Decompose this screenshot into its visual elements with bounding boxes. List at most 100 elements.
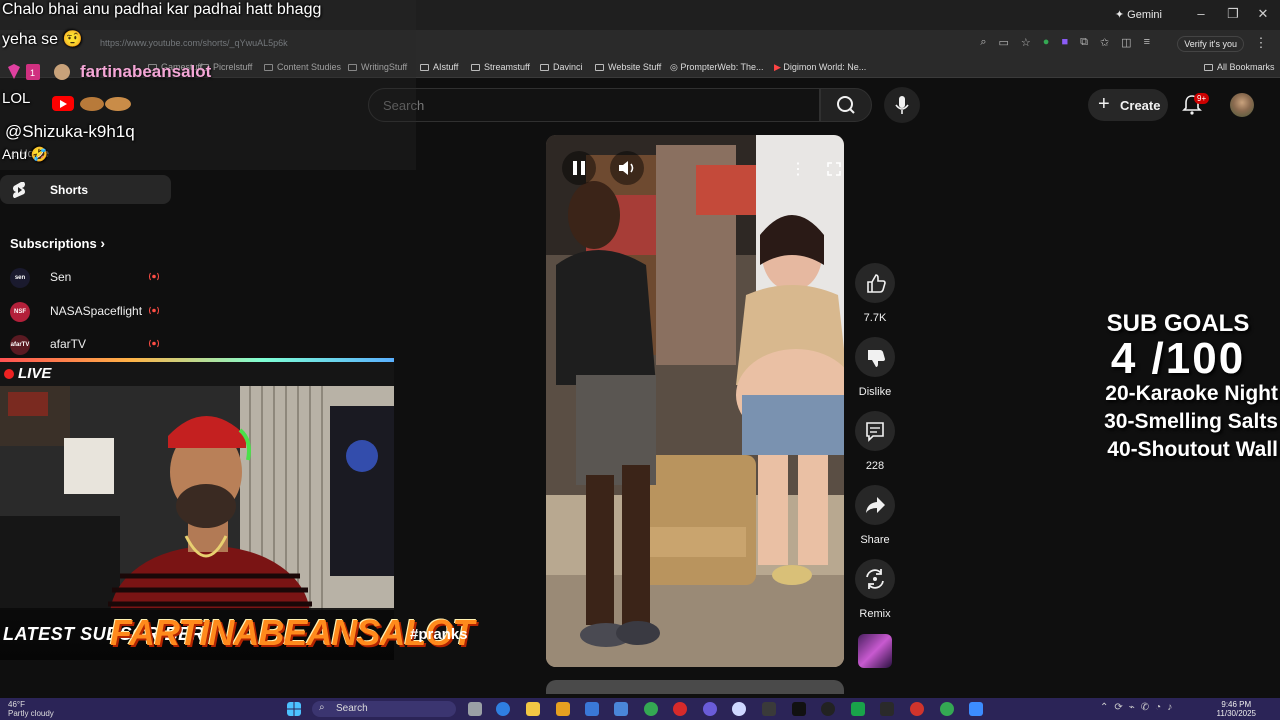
app-icon[interactable]	[910, 702, 924, 716]
maximize-button[interactable]: ❐	[1218, 6, 1248, 22]
dislike-label: Dislike	[858, 386, 892, 398]
discord-icon[interactable]	[703, 702, 717, 716]
more-options-icon[interactable]: ⋮	[790, 159, 806, 179]
search-button[interactable]	[820, 88, 872, 122]
remix-button[interactable]: Remix	[853, 559, 897, 620]
extension-purple-icon[interactable]: ■	[1061, 36, 1068, 49]
profile-verify-button[interactable]: Verify it's you	[1177, 36, 1244, 52]
shorts-video-player[interactable]: ⋮	[546, 135, 844, 667]
chat-message: Chalo bhai anu padhai kar padhai hatt bh…	[2, 1, 322, 18]
app-icon[interactable]	[851, 702, 865, 716]
share-circle	[855, 485, 895, 525]
bookmark-item[interactable]: Website Stuff	[595, 62, 661, 72]
live-indicator-icon	[149, 272, 159, 281]
browser-menu-icon[interactable]: ⋮	[1246, 35, 1276, 51]
create-button[interactable]: + Create	[1088, 89, 1168, 121]
app-icon[interactable]	[673, 702, 687, 716]
chat-badges-icon: 1	[8, 64, 70, 80]
youtube-logo-icon	[52, 96, 74, 111]
volume-icon	[619, 161, 634, 175]
windows-taskbar: 46°F Partly cloudy ⌕ Search ⌃⟳⌁✆◔♪ 9:46 …	[0, 698, 1280, 720]
chrome-icon[interactable]	[940, 702, 954, 716]
cast-icon[interactable]: ▭	[999, 36, 1009, 49]
sidebar-item-shorts[interactable]: Shorts	[0, 175, 171, 204]
app-icon[interactable]	[792, 702, 806, 716]
sidebar-item-sen[interactable]: sen Sen	[0, 263, 171, 291]
task-view-icon[interactable]	[468, 702, 482, 716]
obs-icon[interactable]	[762, 702, 776, 716]
svg-text:1: 1	[30, 68, 35, 78]
thumbs-down-icon	[868, 350, 885, 367]
chrome-icon[interactable]	[644, 702, 658, 716]
remix-circle	[855, 559, 895, 599]
volume-button[interactable]	[610, 151, 644, 185]
dislike-button[interactable]: Dislike	[853, 337, 897, 398]
pause-button[interactable]	[562, 151, 596, 185]
bookmark-item[interactable]: Davinci	[540, 62, 583, 72]
voice-search-button[interactable]	[884, 87, 920, 123]
taskbar-clock[interactable]: 9:46 PM 11/30/2025	[1217, 700, 1256, 718]
close-window-button[interactable]: ✕	[1248, 6, 1278, 22]
bookmark-item[interactable]: ▶ Digimon World: Ne...	[774, 62, 866, 73]
dislike-circle	[855, 337, 895, 377]
minimize-button[interactable]: –	[1186, 6, 1216, 21]
share-button[interactable]: Share	[853, 485, 897, 546]
account-avatar[interactable]	[1230, 93, 1254, 117]
sub-goal-item: 30-Smelling Salts	[1104, 410, 1278, 433]
weather-desc: Partly cloudy	[8, 709, 54, 718]
chat-username: fartinabeansalot	[80, 62, 212, 81]
search-input[interactable]: Search	[368, 88, 820, 122]
reading-list-icon[interactable]: ≡	[1144, 36, 1150, 49]
app-icon[interactable]	[880, 702, 894, 716]
bookmark-star-icon[interactable]: ☆	[1021, 36, 1031, 49]
sub-goal-item: 40-Shoutout Wall	[1107, 438, 1278, 461]
folder-icon	[471, 64, 480, 71]
plus-icon: +	[1098, 93, 1110, 115]
like-button[interactable]: 7.7K	[853, 263, 897, 324]
app-icon[interactable]	[821, 702, 835, 716]
stream-chat-overlay	[0, 0, 416, 170]
channel-avatar: afarTV	[10, 335, 30, 355]
extensions-puzzle-icon[interactable]: ⧉	[1080, 36, 1088, 49]
youtube-favicon-icon: ▶	[774, 62, 784, 72]
live-indicator-icon	[149, 339, 159, 348]
sub-goals-overlay: SUB GOALS 4 /100 20-Karaoke Night 30-Sme…	[1078, 310, 1278, 464]
app-icon[interactable]	[614, 702, 628, 716]
bookmark-item[interactable]: ◎ PrompterWeb: The...	[670, 62, 764, 73]
like-circle	[855, 263, 895, 303]
store-icon[interactable]	[585, 702, 599, 716]
share-icon	[866, 497, 885, 513]
system-tray-icons[interactable]: ⌃⟳⌁✆◔♪	[1100, 702, 1178, 713]
split-view-icon[interactable]: ◫	[1121, 36, 1131, 49]
windows-start-icon[interactable]	[287, 702, 301, 716]
taskbar-search-label: Search	[336, 703, 368, 714]
app-icon[interactable]	[732, 702, 746, 716]
thumbs-up-icon	[867, 274, 886, 293]
bookmark-item[interactable]: AIstuff	[420, 62, 458, 72]
sound-thumbnail[interactable]	[858, 634, 892, 668]
app-icon[interactable]	[969, 702, 983, 716]
chat-message: yeha se 🤨	[2, 31, 83, 48]
sidebar-item-afartv[interactable]: afarTV afarTV	[0, 330, 171, 358]
file-explorer-icon[interactable]	[526, 702, 540, 716]
copilot-icon[interactable]	[496, 702, 510, 716]
bookmark-item[interactable]: Streamstuff	[471, 62, 530, 72]
all-bookmarks-button[interactable]: All Bookmarks	[1204, 62, 1275, 72]
taskbar-search[interactable]: ⌕ Search	[312, 701, 456, 717]
globe-icon: ◎	[670, 62, 681, 72]
fullscreen-icon[interactable]	[826, 161, 842, 177]
sidebar-item-nasaspaceflight[interactable]: NSF NASASpaceflight	[0, 297, 171, 325]
weather-widget[interactable]: 46°F Partly cloudy	[8, 700, 54, 718]
remix-icon	[866, 569, 884, 589]
zoom-icon[interactable]: ⌕	[980, 36, 986, 49]
favorites-icon[interactable]: ✩	[1100, 36, 1109, 49]
gemini-button[interactable]: ✦ Gemini	[1115, 8, 1162, 21]
extension-green-icon[interactable]: ●	[1043, 36, 1050, 49]
subscriptions-heading[interactable]: Subscriptions ›	[10, 235, 105, 251]
hashtag-link[interactable]: #pranks	[410, 626, 468, 643]
folder-icon	[1204, 64, 1213, 71]
search-icon	[837, 96, 855, 114]
app-icon[interactable]	[556, 702, 570, 716]
next-short-preview[interactable]	[546, 680, 844, 694]
comments-button[interactable]: 228	[853, 411, 897, 472]
